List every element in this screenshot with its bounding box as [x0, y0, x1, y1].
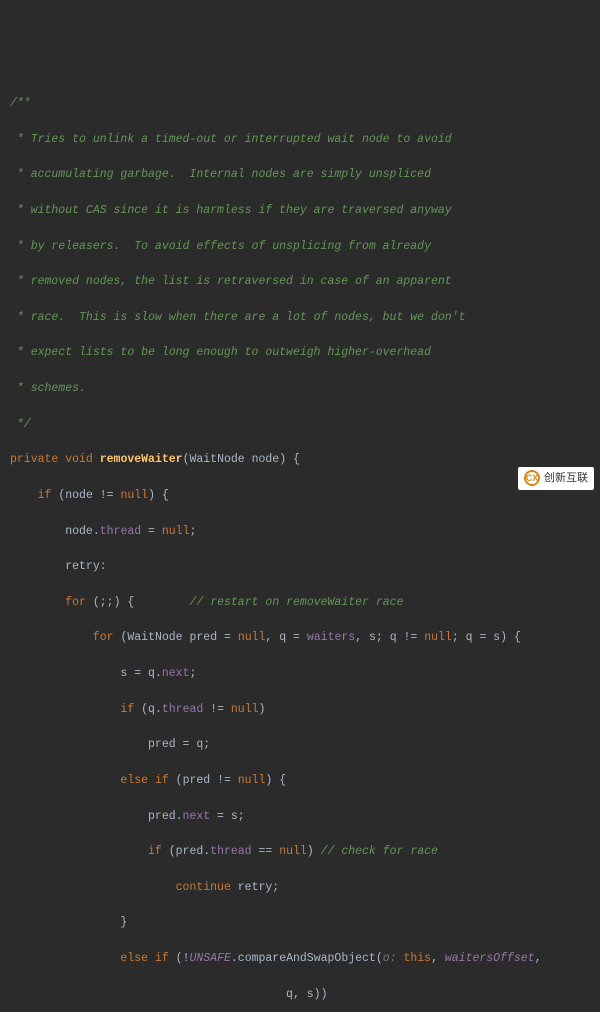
javadoc-line: */ — [10, 416, 600, 434]
javadoc-line: /** — [10, 95, 600, 113]
label-retry: retry: — [10, 558, 600, 576]
inline-comment: // restart on removeWaiter race — [190, 596, 404, 609]
code-line: } — [10, 914, 600, 932]
javadoc-line: * schemes. — [10, 380, 600, 398]
code-line: for (;;) { // restart on removeWaiter ra… — [10, 594, 600, 612]
code-block: /** * Tries to unlink a timed-out or int… — [10, 77, 600, 1012]
watermark-text: 创新互联 — [544, 470, 588, 487]
javadoc-line: * race. This is slow when there are a lo… — [10, 309, 600, 327]
javadoc-line: * Tries to unlink a timed-out or interru… — [10, 131, 600, 149]
code-line: else if (!UNSAFE.compareAndSwapObject(o:… — [10, 950, 600, 968]
code-line: if (pred.thread == null) // check for ra… — [10, 843, 600, 861]
javadoc-line: * by releasers. To avoid effects of unsp… — [10, 238, 600, 256]
code-line: s = q.next; — [10, 665, 600, 683]
code-line: if (q.thread != null) — [10, 701, 600, 719]
javadoc-line: * without CAS since it is harmless if th… — [10, 202, 600, 220]
code-line: for (WaitNode pred = null, q = waiters, … — [10, 629, 600, 647]
code-line: else if (pred != null) { — [10, 772, 600, 790]
code-line: if (node != null) { — [10, 487, 600, 505]
code-line: continue retry; — [10, 879, 600, 897]
method-signature: private void removeWaiter(WaitNode node)… — [10, 451, 600, 469]
javadoc-line: * expect lists to be long enough to outw… — [10, 344, 600, 362]
code-line: q, s)) — [10, 986, 600, 1004]
watermark-logo-icon: CX — [524, 470, 540, 486]
watermark-badge: CX 创新互联 — [518, 467, 594, 490]
method-name: removeWaiter — [100, 453, 183, 466]
code-line: node.thread = null; — [10, 523, 600, 541]
javadoc-line: * removed nodes, the list is retraversed… — [10, 273, 600, 291]
inline-comment: // check for race — [321, 845, 438, 858]
code-line: pred = q; — [10, 736, 600, 754]
param-hint: o: — [383, 952, 404, 965]
javadoc-line: * accumulating garbage. Internal nodes a… — [10, 166, 600, 184]
code-line: pred.next = s; — [10, 808, 600, 826]
